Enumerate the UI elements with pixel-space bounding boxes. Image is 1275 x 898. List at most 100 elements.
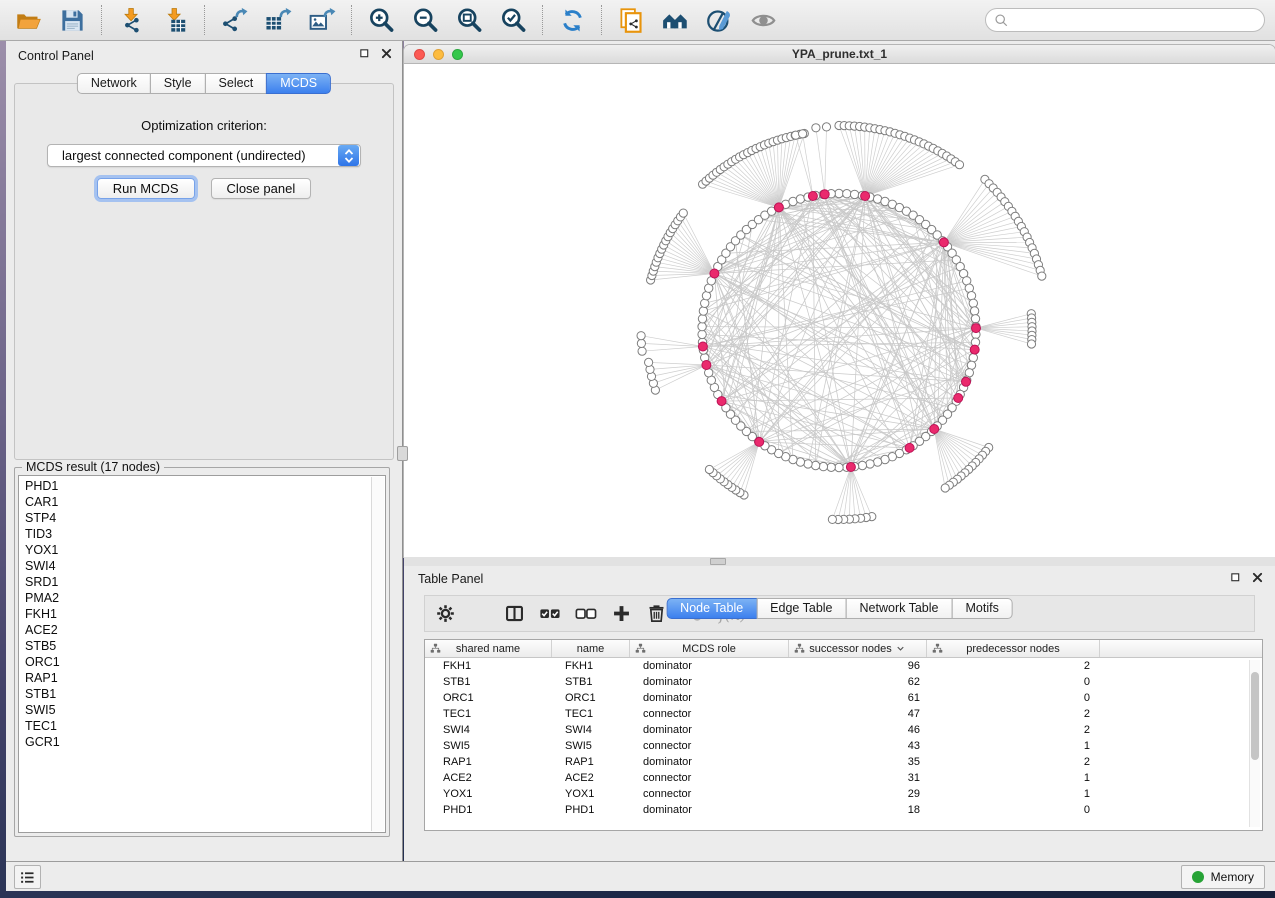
add-column-icon[interactable] bbox=[611, 599, 632, 629]
zoom-in-icon[interactable] bbox=[363, 4, 399, 36]
tab-select[interactable]: Select bbox=[205, 73, 268, 94]
mcds-result-item[interactable]: PHD1 bbox=[19, 478, 385, 494]
horizontal-splitter-handle[interactable] bbox=[710, 558, 726, 565]
network-graph[interactable] bbox=[404, 64, 1275, 557]
export-image-icon[interactable] bbox=[304, 4, 340, 36]
minimize-window-icon[interactable] bbox=[433, 49, 444, 60]
column-header-label: name bbox=[577, 643, 605, 655]
maximize-window-icon[interactable] bbox=[452, 49, 463, 60]
close-panel-button[interactable]: Close panel bbox=[211, 178, 312, 199]
run-mcds-button[interactable]: Run MCDS bbox=[97, 178, 195, 199]
tab-edge-table[interactable]: Edge Table bbox=[756, 598, 846, 619]
selected-criterion-value: largest connected component (undirected) bbox=[48, 148, 338, 163]
toolbar-separator bbox=[351, 5, 352, 35]
import-network-icon[interactable] bbox=[113, 4, 149, 36]
memory-button-label: Memory bbox=[1211, 870, 1254, 884]
mcds-result-item[interactable]: STB1 bbox=[19, 686, 385, 702]
mcds-list-scrollbar[interactable] bbox=[371, 477, 384, 831]
table-cell: SWI5 bbox=[425, 738, 552, 754]
tab-style[interactable]: Style bbox=[150, 73, 206, 94]
control-panel-title: Control Panel bbox=[18, 49, 94, 63]
mcds-result-item[interactable]: STP4 bbox=[19, 510, 385, 526]
export-table-icon[interactable] bbox=[260, 4, 296, 36]
float-panel-icon[interactable] bbox=[359, 48, 370, 59]
mcds-result-item[interactable]: TID3 bbox=[19, 526, 385, 542]
show-columns-icon[interactable] bbox=[504, 599, 525, 629]
float-table-panel-icon[interactable] bbox=[1230, 572, 1241, 583]
refresh-view-icon[interactable] bbox=[554, 4, 590, 36]
table-cell: ORC1 bbox=[552, 690, 630, 706]
table-cell: STB1 bbox=[425, 674, 552, 690]
mcds-result-title: MCDS result (17 nodes) bbox=[22, 460, 164, 474]
column-header-shared-name[interactable]: shared name bbox=[425, 640, 552, 657]
import-table-icon[interactable] bbox=[157, 4, 193, 36]
main-toolbar bbox=[0, 0, 1275, 41]
close-table-panel-icon[interactable] bbox=[1252, 572, 1263, 583]
export-network-icon[interactable] bbox=[216, 4, 252, 36]
network-window-title: YPA_prune.txt_1 bbox=[792, 47, 887, 61]
preview-eye-icon[interactable] bbox=[745, 4, 781, 36]
workspace-area: YPA_prune.txt_1 Table Panel f(x) shared … bbox=[404, 41, 1275, 861]
toolbar-group bbox=[363, 4, 531, 36]
settings-gear-icon[interactable] bbox=[435, 599, 456, 629]
zoom-out-icon[interactable] bbox=[407, 4, 443, 36]
home-gallery-icon[interactable] bbox=[657, 4, 693, 36]
table-cell: ACE2 bbox=[425, 770, 552, 786]
mcds-result-item[interactable]: SRD1 bbox=[19, 574, 385, 590]
task-history-button[interactable] bbox=[14, 865, 41, 889]
column-header-name[interactable]: name bbox=[552, 640, 630, 657]
horizontal-splitter[interactable] bbox=[404, 557, 1275, 566]
optimization-criterion-select[interactable]: largest connected component (undirected) bbox=[47, 144, 361, 167]
memory-button[interactable]: Memory bbox=[1181, 865, 1265, 889]
zoom-fit-icon[interactable] bbox=[451, 4, 487, 36]
control-panel: Control Panel Network Style Select MCDS … bbox=[6, 41, 403, 861]
search-box[interactable] bbox=[985, 8, 1265, 32]
mcds-result-item[interactable]: GCR1 bbox=[19, 734, 385, 750]
deselect-all-icon[interactable] bbox=[575, 599, 597, 629]
close-panel-icon[interactable] bbox=[381, 48, 392, 59]
mcds-result-item[interactable]: ORC1 bbox=[19, 654, 385, 670]
table-cell: YOX1 bbox=[552, 786, 630, 802]
vertical-splitter-handle[interactable] bbox=[397, 446, 408, 461]
save-session-icon[interactable] bbox=[54, 4, 90, 36]
visual-style-off-icon[interactable] bbox=[701, 4, 737, 36]
mcds-result-item[interactable]: ACE2 bbox=[19, 622, 385, 638]
mcds-result-item[interactable]: TEC1 bbox=[19, 718, 385, 734]
table-panel: Table Panel f(x) shared namenameMCDS rol… bbox=[404, 566, 1275, 861]
mcds-result-item[interactable]: PMA2 bbox=[19, 590, 385, 606]
network-window-titlebar[interactable]: YPA_prune.txt_1 bbox=[404, 45, 1275, 64]
toolbar-separator bbox=[101, 5, 102, 35]
mcds-result-item[interactable]: SWI4 bbox=[19, 558, 385, 574]
table-scrollbar-thumb[interactable] bbox=[1251, 672, 1259, 760]
delete-column-icon[interactable] bbox=[646, 599, 667, 629]
toolbar-group bbox=[554, 4, 590, 36]
mcds-result-list[interactable]: PHD1CAR1STP4TID3YOX1SWI4SRD1PMA2FKH1ACE2… bbox=[18, 475, 386, 833]
select-all-icon[interactable] bbox=[539, 599, 561, 629]
mcds-result-item[interactable]: YOX1 bbox=[19, 542, 385, 558]
toolbar-group bbox=[113, 4, 193, 36]
toolbar-separator bbox=[601, 5, 602, 35]
table-cell: ORC1 bbox=[425, 690, 552, 706]
mcds-result-item[interactable]: CAR1 bbox=[19, 494, 385, 510]
mcds-result-item[interactable]: STB5 bbox=[19, 638, 385, 654]
tab-mcds[interactable]: MCDS bbox=[266, 73, 331, 94]
tab-network-table[interactable]: Network Table bbox=[846, 598, 953, 619]
mcds-tab-content: Optimization criterion: largest connecte… bbox=[14, 83, 394, 460]
tab-node-table[interactable]: Node Table bbox=[666, 598, 757, 619]
tab-network[interactable]: Network bbox=[77, 73, 151, 94]
table-cell: PHD1 bbox=[552, 802, 630, 818]
mcds-result-item[interactable]: RAP1 bbox=[19, 670, 385, 686]
table-scrollbar[interactable] bbox=[1249, 660, 1260, 827]
network-view-window: YPA_prune.txt_1 bbox=[404, 45, 1275, 557]
zoom-selected-icon[interactable] bbox=[495, 4, 531, 36]
tab-motifs[interactable]: Motifs bbox=[951, 598, 1012, 619]
search-input[interactable] bbox=[1009, 10, 1264, 30]
close-window-icon[interactable] bbox=[414, 49, 425, 60]
table-cell: SWI5 bbox=[552, 738, 630, 754]
share-document-icon[interactable] bbox=[613, 4, 649, 36]
mcds-result-item[interactable]: SWI5 bbox=[19, 702, 385, 718]
table-cell: ACE2 bbox=[552, 770, 630, 786]
mcds-result-item[interactable]: FKH1 bbox=[19, 606, 385, 622]
open-file-icon[interactable] bbox=[10, 4, 46, 36]
network-canvas[interactable] bbox=[404, 64, 1275, 557]
